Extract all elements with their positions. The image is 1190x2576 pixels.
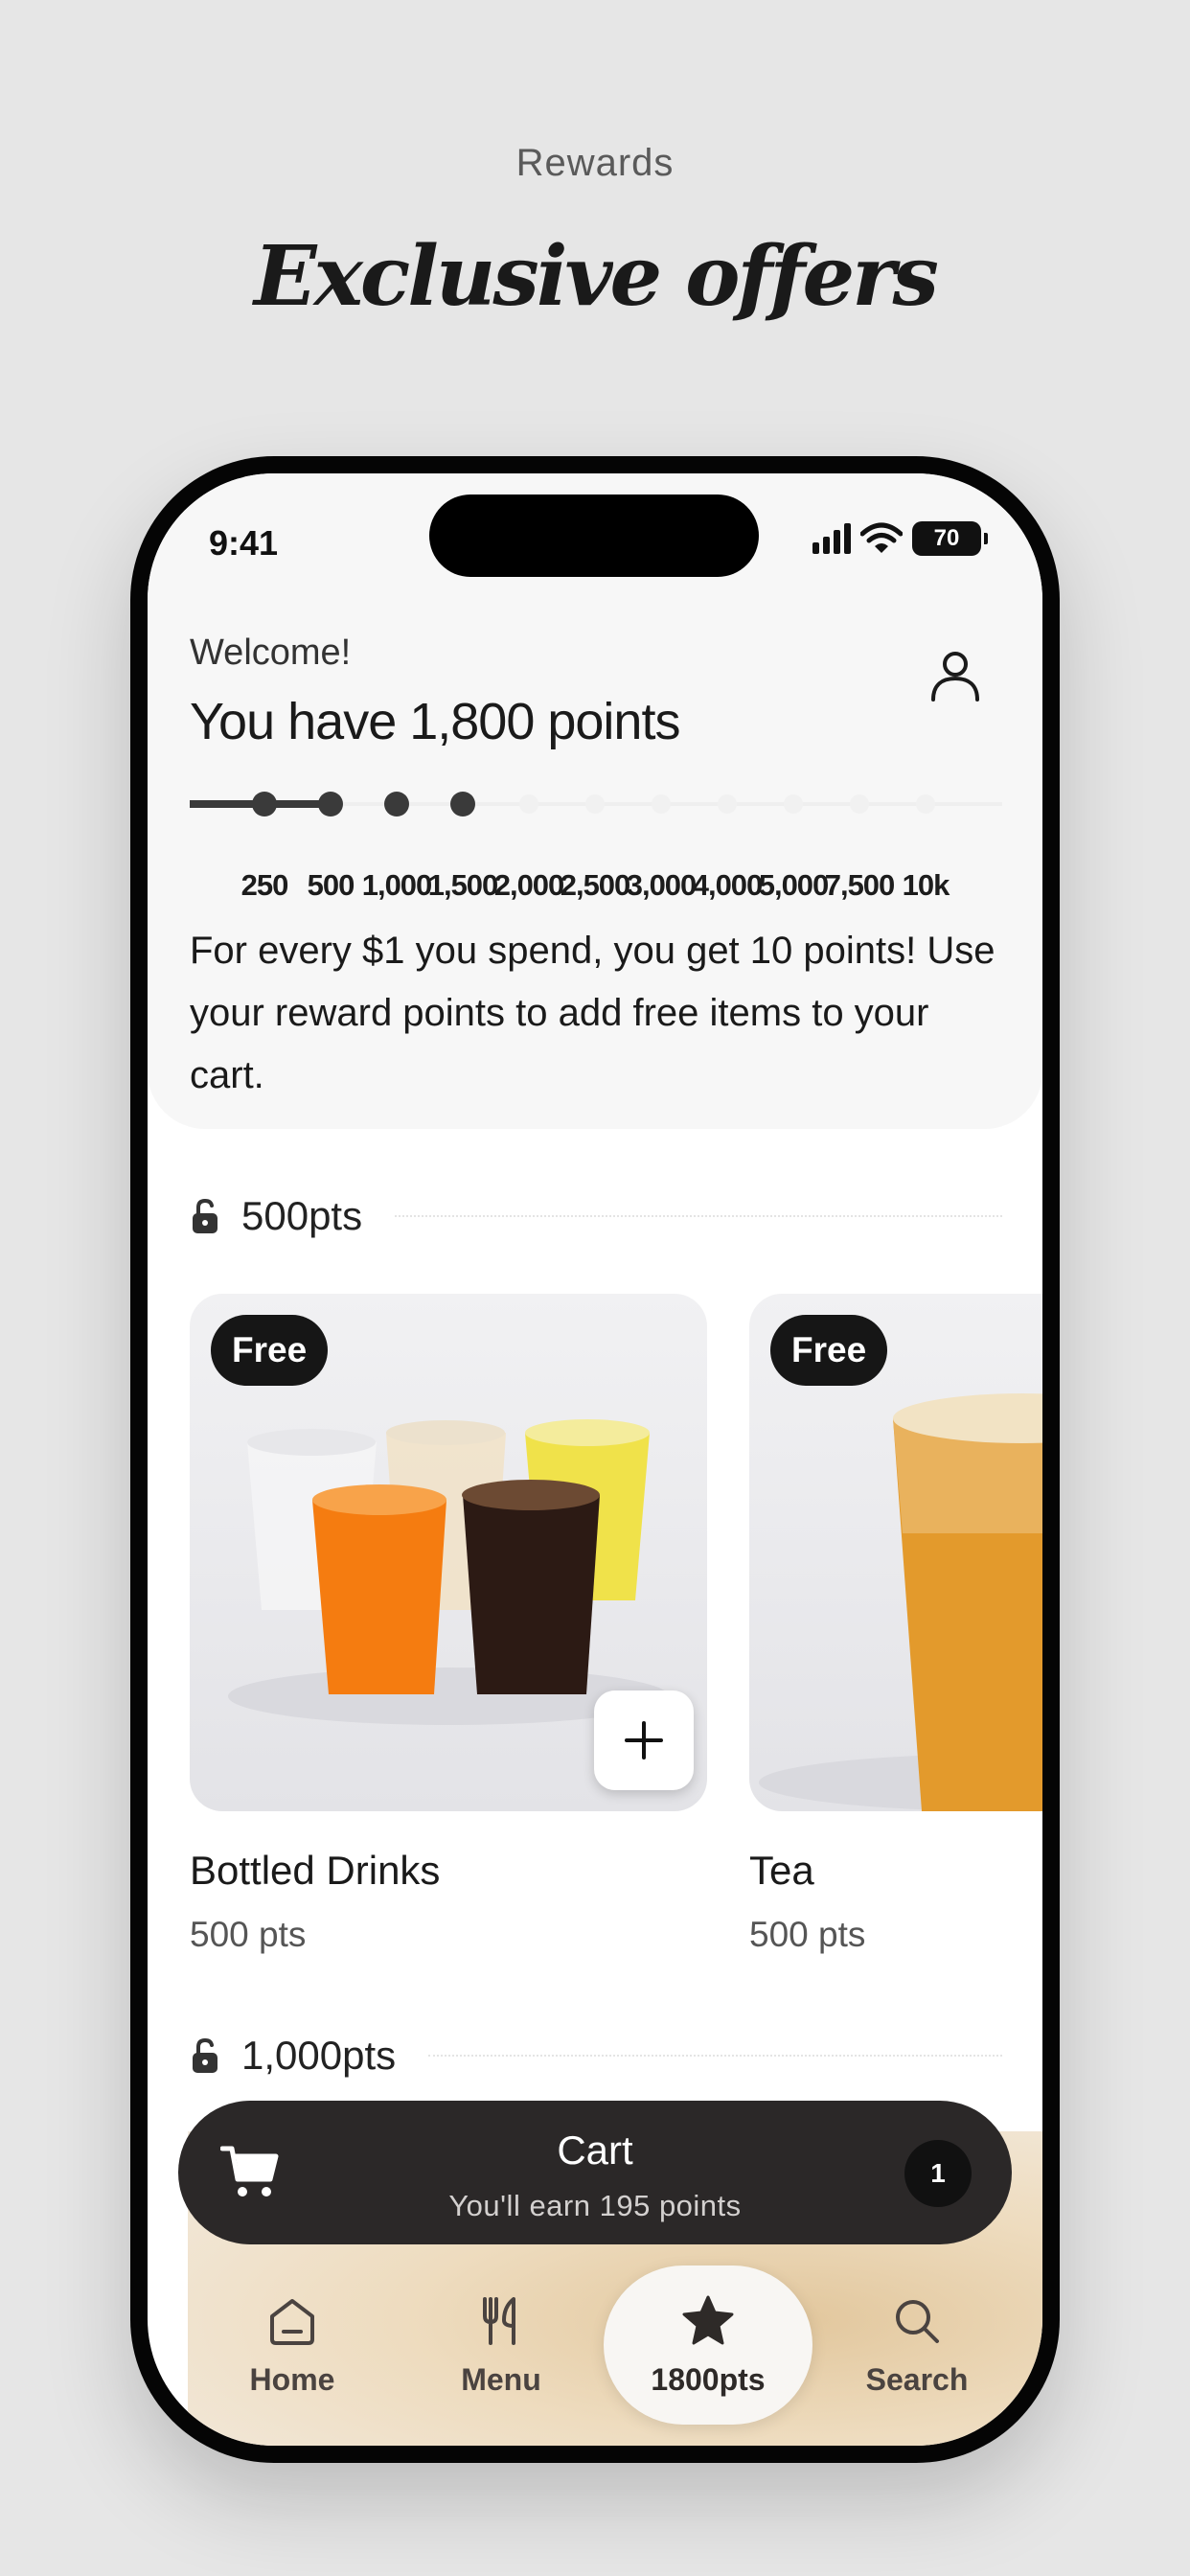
points-balance-title: You have 1,800 points xyxy=(190,693,680,750)
cart-title: Cart xyxy=(557,2128,633,2173)
star-icon xyxy=(682,2295,734,2344)
tab-menu[interactable]: Menu xyxy=(397,2266,606,2425)
plus-icon xyxy=(625,1721,663,1760)
dynamic-island xyxy=(429,494,759,577)
status-icons: 70 xyxy=(812,521,988,556)
tier-tick-label: 2,000 xyxy=(493,868,565,902)
points-progress-track xyxy=(190,792,1002,816)
tier-marker xyxy=(450,792,475,816)
tier-tick-label: 250 xyxy=(240,868,289,902)
free-badge: Free xyxy=(211,1315,329,1386)
tier-tick-label: 2,500 xyxy=(560,868,631,902)
reward-item-card[interactable]: Free Tea 500 pts xyxy=(749,1294,1042,1955)
tier-marker xyxy=(252,792,277,816)
tab-search[interactable]: Search xyxy=(812,2266,1021,2425)
tier-marker xyxy=(384,792,409,816)
tab-label: 1800pts xyxy=(651,2361,766,2397)
tier-marker xyxy=(318,792,343,816)
section-divider xyxy=(428,2055,1002,2057)
bottom-tab-bar: Home Menu 1800pts Search xyxy=(188,2266,1012,2438)
add-to-cart-button[interactable] xyxy=(594,1690,694,1790)
welcome-greeting: Welcome! xyxy=(190,632,352,673)
home-icon xyxy=(270,2298,314,2345)
product-image[interactable]: Free xyxy=(190,1294,707,1811)
tier-tick-label: 1,000 xyxy=(361,868,433,902)
tier-tick-label: 3,000 xyxy=(626,868,698,902)
section-title: 1,000pts xyxy=(241,2033,397,2078)
tab-rewards[interactable]: 1800pts xyxy=(604,2266,812,2425)
tab-label: Search xyxy=(865,2361,969,2397)
tier-marker xyxy=(519,794,538,814)
tier-tick-label: 500 xyxy=(307,868,355,902)
page-header-title: Exclusive offers xyxy=(254,228,939,325)
profile-icon[interactable] xyxy=(926,646,985,705)
product-name: Bottled Drinks xyxy=(190,1848,441,1893)
tier-marker xyxy=(850,794,869,814)
phone-frame: Welcome! You have 1,800 points 250 500 1,0… xyxy=(130,456,1060,2463)
battery-icon: 70 xyxy=(912,521,988,556)
product-points-price: 500 pts xyxy=(749,1915,866,1954)
search-icon xyxy=(896,2299,939,2343)
reward-item-card[interactable]: Free Bottled Drinks 500 pts xyxy=(190,1294,707,1955)
tier-marker xyxy=(585,794,605,814)
tier-marker xyxy=(718,794,737,814)
tier-marker xyxy=(784,794,803,814)
cellular-signal-icon xyxy=(812,523,851,554)
tier-tick-label: 5,000 xyxy=(758,868,830,902)
status-time: 9:41 xyxy=(209,523,279,563)
section-500pts-header: 500pts xyxy=(190,1192,1002,1240)
unlocked-lock-icon xyxy=(193,1198,217,1233)
tier-tick-labels: 250 500 1,000 1,500 2,000 2,500 3,000 4,000 5,00… xyxy=(190,868,1002,907)
section-title: 500pts xyxy=(241,1193,363,1238)
cart-bar[interactable]: Cart You'll earn 195 points 1 xyxy=(178,2101,1012,2244)
tier-marker xyxy=(916,794,935,814)
tier-marker xyxy=(652,794,671,814)
tier-tick-label: 10k xyxy=(902,868,950,902)
section-1000pts-header: 1,000pts xyxy=(190,2032,1002,2080)
rewards-rules-text: For every $1 you spend, you get 10 point… xyxy=(190,930,995,1096)
page-header-label: Rewards xyxy=(515,142,675,184)
unlocked-lock-icon xyxy=(193,2037,217,2073)
product-image[interactable]: Free xyxy=(749,1294,1042,1811)
cart-earn-points-text: You'll earn 195 points xyxy=(448,2189,742,2222)
section-divider xyxy=(395,1215,1002,1217)
tab-home[interactable]: Home xyxy=(188,2266,397,2425)
tier-tick-label: 4,000 xyxy=(692,868,764,902)
wifi-icon xyxy=(860,522,903,553)
tier-tick-label: 7,500 xyxy=(824,868,896,902)
free-badge: Free xyxy=(770,1315,888,1386)
tab-label: Menu xyxy=(461,2361,541,2397)
tier-tick-label: 1,500 xyxy=(427,868,499,902)
phone-screen: Welcome! You have 1,800 points 250 500 1,0… xyxy=(148,473,1042,2446)
cart-item-count-badge: 1 xyxy=(904,2140,972,2207)
utensils-icon xyxy=(483,2296,515,2345)
tab-label: Home xyxy=(249,2361,335,2397)
product-points-price: 500 pts xyxy=(190,1915,307,1954)
product-name: Tea xyxy=(749,1848,814,1893)
